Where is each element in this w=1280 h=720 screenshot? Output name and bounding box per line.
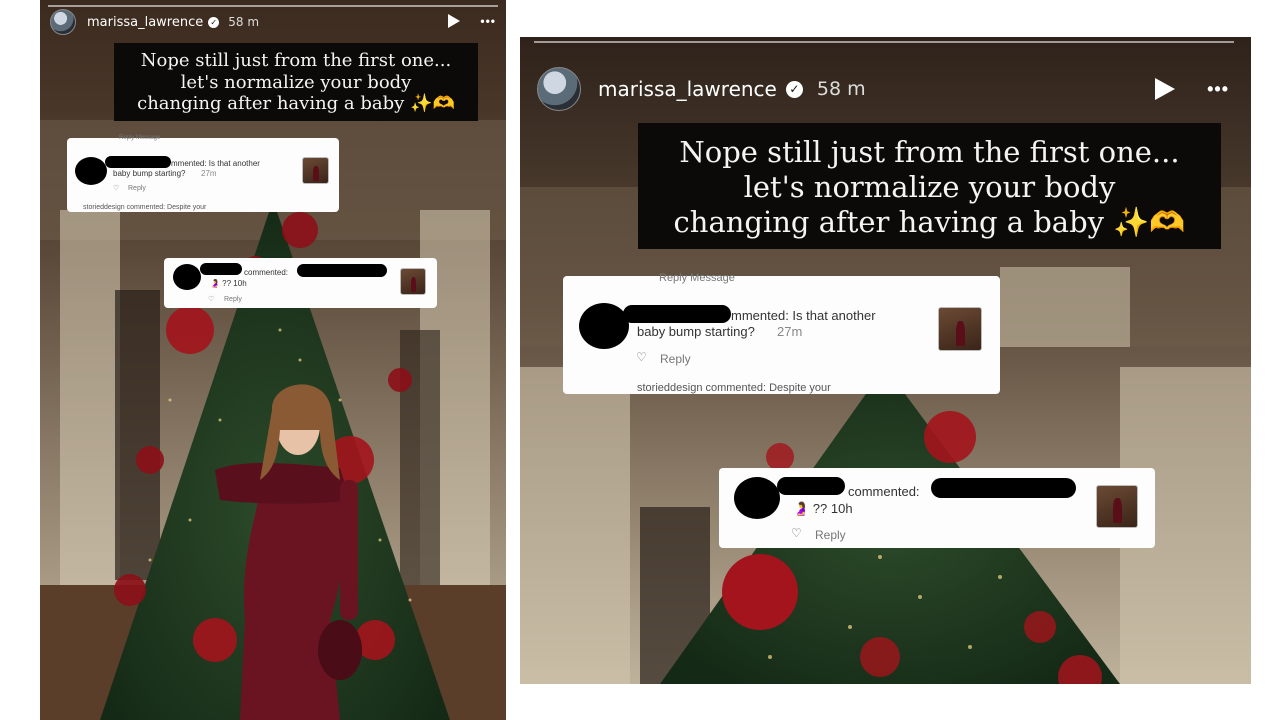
redacted-username: [105, 156, 171, 168]
like-heart-icon[interactable]: ♡: [791, 526, 802, 540]
caption-line-3: changing after having a baby ✨🫶: [137, 93, 455, 115]
comment-time: 27m: [777, 324, 803, 339]
redacted-comment: [297, 264, 387, 277]
redacted-avatar: [734, 477, 780, 519]
story-screenshot-left: marissa_lawrence ✓ 58 m ••• Nope still j…: [40, 0, 506, 720]
caption-line-2: let's normalize your body: [743, 169, 1116, 204]
comment-card-2: commented: 🤰 ?? 10h ♡ Reply: [164, 258, 437, 308]
story-screenshot-right-zoomed: marissa_lawrence ✓ 58 m ••• Nope still j…: [520, 37, 1251, 684]
comment-text-line-2: baby bump starting?: [113, 169, 186, 178]
partial-comment-text: storieddesign commented: Despite your: [637, 382, 831, 394]
play-icon[interactable]: [448, 14, 461, 28]
caption-line-3: changing after having a baby ✨🫶: [673, 204, 1186, 239]
story-header: marissa_lawrence ✓ 58 m: [537, 67, 866, 111]
user-avatar[interactable]: [50, 9, 76, 35]
more-options-icon[interactable]: •••: [480, 14, 496, 28]
user-avatar[interactable]: [537, 67, 581, 111]
time-ago: 58 m: [816, 78, 866, 100]
time-ago: 58 m: [228, 15, 260, 29]
post-thumbnail[interactable]: [302, 157, 329, 184]
redacted-avatar: [173, 264, 201, 290]
comment-text-line-2: baby bump starting?: [637, 324, 755, 339]
story-controls: •••: [1155, 78, 1229, 100]
more-options-icon[interactable]: •••: [1207, 79, 1229, 100]
redacted-avatar: [75, 157, 107, 185]
comment-text-line-1: mmented: Is that another: [171, 159, 260, 168]
caption-line-1: Nope still just from the first one...: [140, 50, 452, 71]
comment-card-2: commented: 🤰 ?? 10h ♡ Reply: [719, 468, 1155, 548]
post-thumbnail[interactable]: [938, 307, 982, 351]
reply-button[interactable]: Reply: [660, 352, 691, 366]
comment-text-line-1: mmented: Is that another: [731, 308, 876, 323]
story-caption: Nope still just from the first one... le…: [638, 123, 1221, 250]
redacted-username: [200, 263, 242, 275]
reply-message-label: Reply Message: [119, 135, 161, 141]
reply-message-label: Reply Message: [659, 272, 735, 284]
comment-subtext: 🤰 ?? 10h: [210, 279, 247, 288]
redacted-username: [777, 477, 845, 495]
story-progress-bar: [48, 5, 498, 7]
reply-button[interactable]: Reply: [224, 296, 242, 303]
redacted-username: [623, 305, 731, 323]
verified-check-icon: ✓: [208, 16, 220, 28]
username[interactable]: marissa_lawrence: [598, 77, 777, 101]
story-header: marissa_lawrence ✓ 58 m: [50, 8, 259, 36]
story-controls: •••: [448, 14, 496, 28]
post-thumbnail[interactable]: [1096, 485, 1138, 528]
caption-line-2: let's normalize your body: [180, 71, 412, 93]
like-heart-icon[interactable]: ♡: [208, 295, 214, 303]
comment-label: commented:: [848, 484, 920, 499]
post-thumbnail[interactable]: [400, 268, 426, 295]
username[interactable]: marissa_lawrence: [87, 15, 203, 30]
comment-label: commented:: [244, 268, 289, 277]
comment-time: 27m: [201, 169, 217, 178]
redacted-comment: [931, 478, 1076, 498]
verified-check-icon: ✓: [785, 80, 803, 98]
comment-card-1: Reply Message mmented: Is that another b…: [563, 272, 1000, 394]
reply-button[interactable]: Reply: [815, 528, 846, 542]
reply-button[interactable]: Reply: [128, 185, 146, 192]
like-heart-icon[interactable]: ♡: [636, 350, 647, 364]
caption-line-1: Nope still just from the first one...: [679, 135, 1180, 169]
partial-comment-text: storieddesign commented: Despite your: [83, 204, 207, 211]
play-icon[interactable]: [1155, 78, 1176, 100]
comment-card-1: Reply Message mmented: Is that another b…: [67, 135, 339, 212]
redacted-avatar: [579, 303, 629, 349]
story-progress-bar: [534, 41, 1234, 43]
story-caption: Nope still just from the first one... le…: [114, 43, 478, 121]
comment-subtext: 🤰 ?? 10h: [793, 501, 853, 516]
like-heart-icon[interactable]: ♡: [113, 184, 119, 192]
